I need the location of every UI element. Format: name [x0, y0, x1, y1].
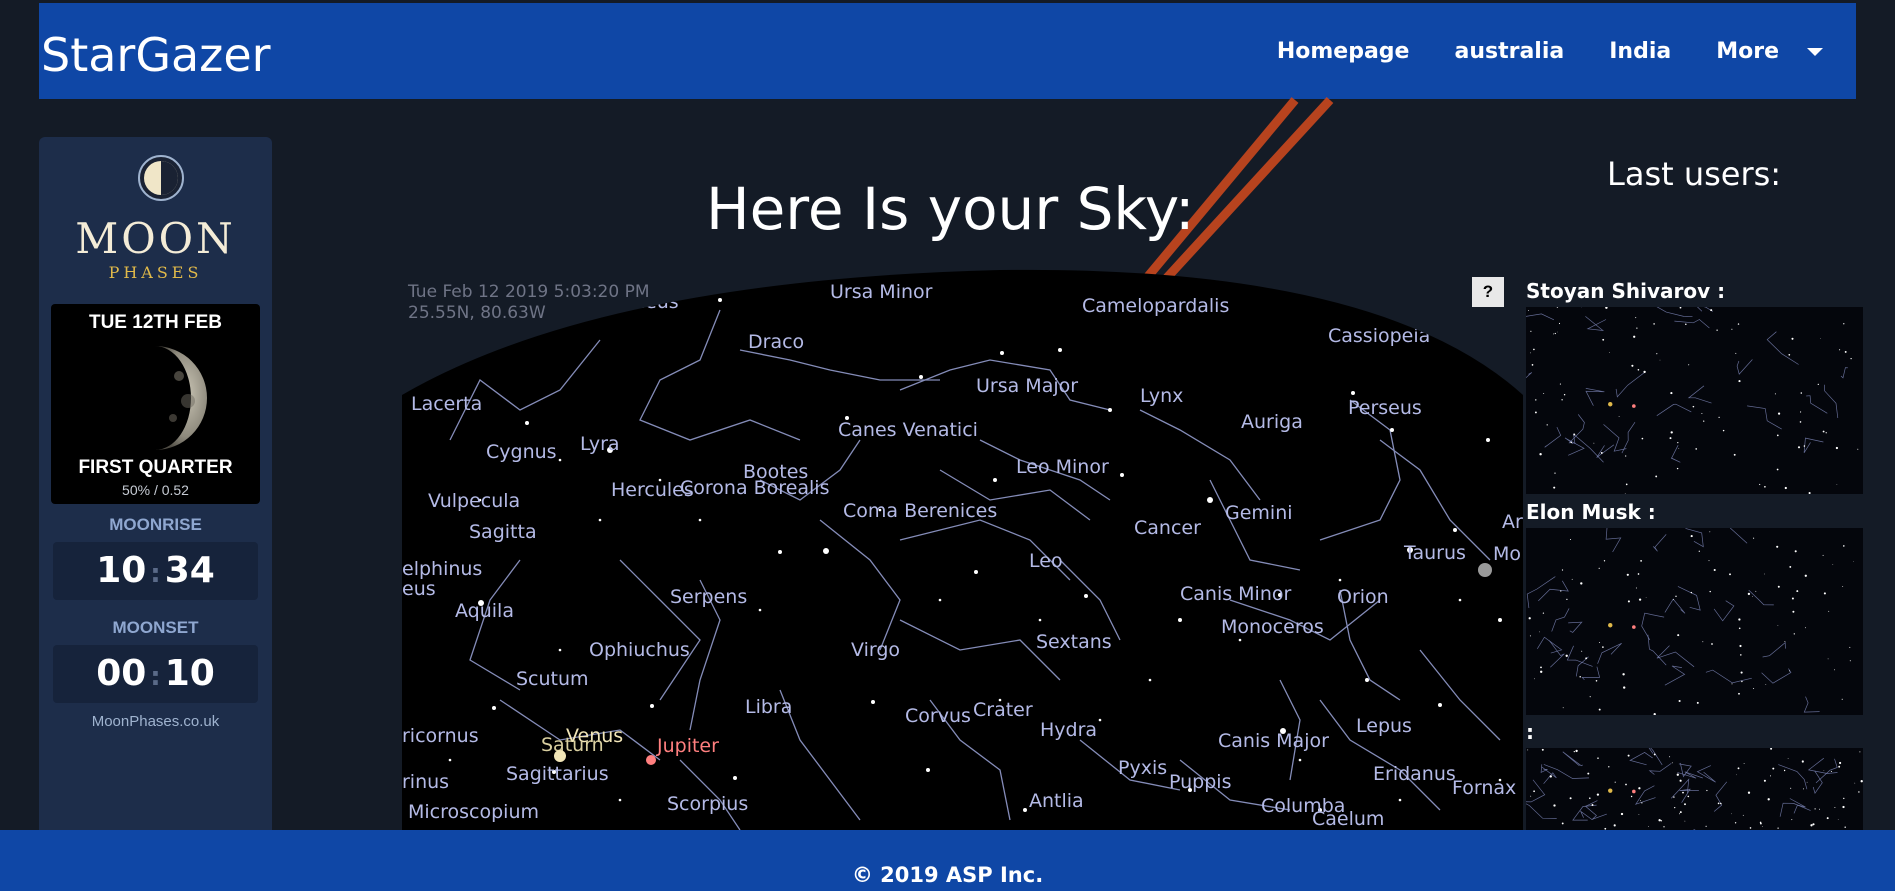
user-name-1[interactable]: Stoyan Shivarov :	[1526, 279, 1725, 303]
constellation-label: Auriga	[1241, 411, 1303, 433]
user-name-3[interactable]: :	[1526, 720, 1534, 744]
constellation-label: Pyxis	[1118, 757, 1167, 779]
moonrise-label: MOONRISE	[109, 515, 202, 534]
moonphases-credit-link[interactable]: MoonPhases.co.uk	[39, 713, 272, 730]
constellation-label: Puppis	[1169, 771, 1231, 793]
moon-phases-widget: MOON PHASES TUE 12TH FEB FIRST QUARTER 5…	[39, 137, 272, 837]
constellation-label: Aquila	[455, 600, 514, 622]
constellation-label: Ursa Major	[976, 375, 1078, 397]
user-sky-thumbnail-2[interactable]	[1526, 528, 1863, 715]
constellation-label: Taurus	[1403, 542, 1466, 564]
constellation-label: Cancer	[1134, 517, 1201, 539]
moonrise-hour: 10	[96, 550, 147, 591]
constellation-label: Coma Berenices	[843, 500, 997, 522]
brand-logo[interactable]: StarGazer	[41, 28, 271, 82]
constellation-label: Cassiopeia	[1328, 325, 1430, 347]
top-navbar: StarGazer Homepage australia India More	[39, 3, 1856, 99]
constellation-label: Vulpecula	[428, 490, 520, 512]
moon-phase-date: TUE 12TH FEB	[88, 312, 223, 333]
constellation-label: Crater	[973, 699, 1033, 721]
nav-more-dropdown[interactable]: More	[1716, 39, 1823, 64]
moon-phase-logo-icon	[138, 155, 184, 201]
edge-constellation-label: elphinus	[402, 558, 482, 580]
moon-phase-image	[155, 346, 207, 450]
constellation-label: Corona Borealis	[680, 477, 829, 499]
moonset-hour: 00	[96, 653, 147, 694]
edge-constellation-label: eus	[402, 578, 436, 600]
sky-timestamp: Tue Feb 12 2019 5:03:20 PM	[407, 282, 650, 302]
constellation-label: Draco	[748, 331, 804, 353]
moon-widget-title: MOON	[75, 214, 236, 263]
constellation-label: Lynx	[1140, 385, 1183, 407]
constellation-label: Canis Major	[1218, 730, 1329, 752]
constellation-label: Camelopardalis	[1082, 295, 1229, 317]
constellation-label: Leo	[1029, 550, 1063, 572]
constellation-label: Lyra	[580, 433, 620, 455]
last-users-heading: Last users:	[1607, 155, 1782, 193]
chevron-down-icon	[1807, 48, 1823, 56]
nav-more-label: More	[1716, 38, 1779, 64]
nav-links: Homepage australia India More	[1277, 3, 1856, 99]
footer: © 2019 ASP Inc.	[0, 830, 1895, 891]
constellation-label: Canes Venatici	[838, 419, 978, 441]
constellation-label: Serpens	[670, 586, 747, 608]
constellation-label: Fornax	[1452, 777, 1516, 799]
moonset-time: 00:10	[53, 645, 258, 703]
user-name-2[interactable]: Elon Musk :	[1526, 500, 1656, 524]
planet-label: Jupiter	[656, 735, 719, 757]
constellation-label: Gemini	[1225, 502, 1293, 524]
moon-widget-subtitle: PHASES	[108, 263, 203, 282]
constellation-label: Lepus	[1356, 715, 1412, 737]
sky-heading: Here Is your Sky:	[706, 175, 1195, 243]
help-icon[interactable]: ?	[1472, 277, 1504, 307]
constellation-label: Ophiuchus	[589, 639, 690, 661]
edge-constellation-label: Mo	[1493, 543, 1521, 565]
nav-link-india[interactable]: India	[1609, 39, 1671, 64]
constellation-label: Hydra	[1040, 719, 1097, 741]
moon-illumination: 50% / 0.52	[122, 482, 189, 498]
nav-link-australia[interactable]: australia	[1454, 39, 1564, 64]
constellation-label: Sextans	[1036, 631, 1112, 653]
constellation-label: Corvus	[905, 705, 971, 727]
user-sky-thumbnail-1[interactable]	[1526, 307, 1863, 494]
constellation-label: Canis Minor	[1180, 583, 1292, 605]
footer-copyright: © 2019 ASP Inc.	[851, 863, 1044, 887]
moonrise-minute: 34	[164, 550, 215, 591]
moon-phase-name: FIRST QUARTER	[78, 457, 233, 478]
constellation-label: Libra	[745, 696, 792, 718]
constellation-label: Sagittarius	[506, 763, 609, 785]
moon-phase-panel: TUE 12TH FEB FIRST QUARTER 50% / 0.52	[51, 304, 260, 504]
planet-label: Saturn	[541, 734, 604, 756]
constellation-label: Lacerta	[411, 393, 482, 415]
constellation-label: Cygnus	[486, 441, 557, 463]
constellation-label: Virgo	[851, 639, 900, 661]
planet-marker	[646, 755, 656, 765]
constellation-label: Ursa Minor	[830, 281, 933, 303]
constellation-label: Perseus	[1348, 397, 1422, 419]
moonset-minute: 10	[164, 653, 215, 694]
constellation-label: Scorpius	[667, 793, 748, 815]
edge-constellation-label: rinus	[402, 771, 449, 793]
planet-marker	[554, 750, 566, 762]
nav-link-homepage[interactable]: Homepage	[1277, 39, 1410, 64]
constellation-label: Eridanus	[1373, 763, 1456, 785]
constellation-label: Scutum	[516, 668, 589, 690]
constellation-label: Sagitta	[469, 521, 537, 543]
sky-coordinates: 25.55N, 80.63W	[408, 303, 546, 323]
moonset-label: MOONSET	[112, 618, 199, 637]
constellation-label: Antlia	[1029, 790, 1084, 812]
moonrise-time: 10:34	[53, 542, 258, 600]
constellation-label: Orion	[1337, 586, 1389, 608]
constellation-label: Microscopium	[408, 801, 539, 823]
edge-constellation-label: Ari	[1502, 511, 1523, 533]
constellation-label: Leo Minor	[1016, 456, 1109, 478]
constellation-label: Monoceros	[1221, 616, 1324, 638]
edge-constellation-label: ricornus	[402, 725, 479, 747]
constellation-label: Caelum	[1312, 808, 1384, 830]
user-sky-thumbnail-3[interactable]	[1526, 748, 1863, 830]
